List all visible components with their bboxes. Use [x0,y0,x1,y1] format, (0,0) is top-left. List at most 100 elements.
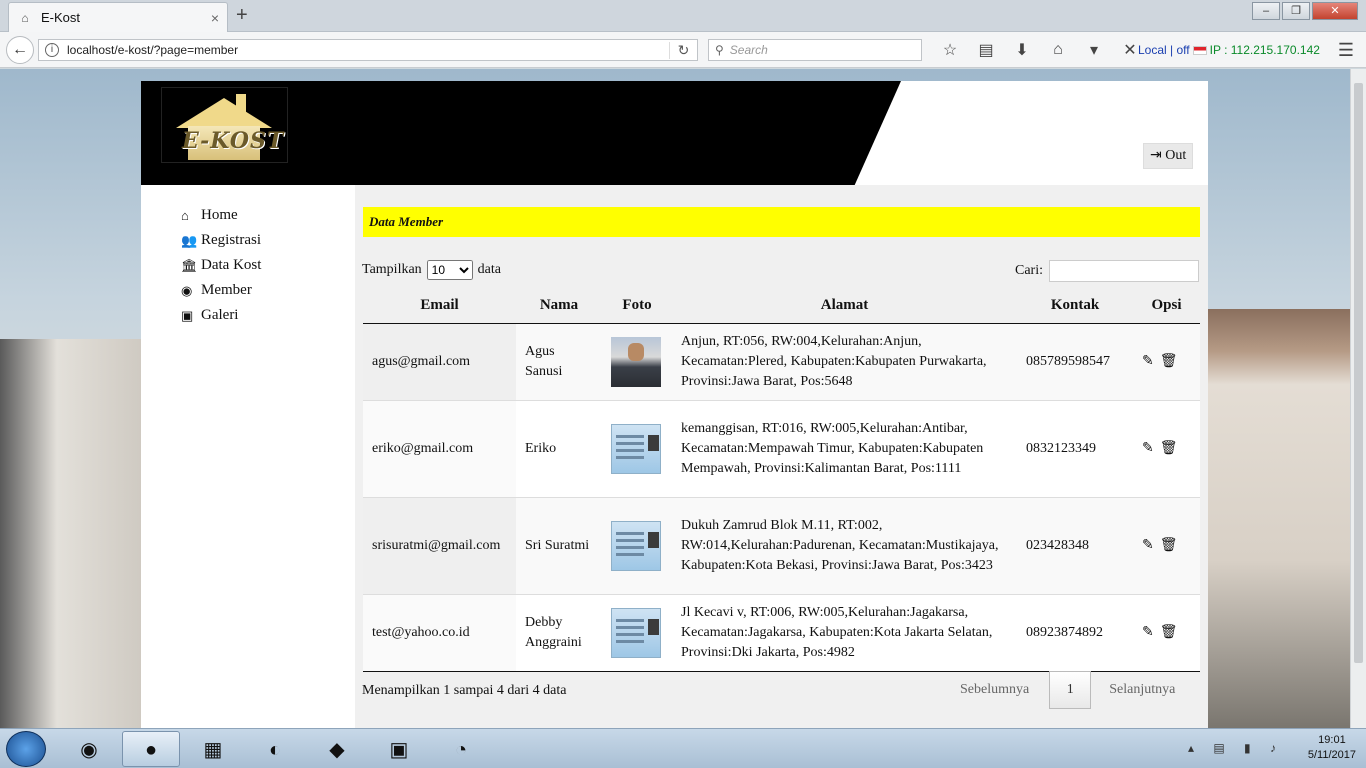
start-button[interactable] [6,731,46,767]
search-input[interactable]: ⚲ Search [708,39,922,61]
logout-button[interactable]: ⇥ Out [1143,143,1194,169]
pocket-icon[interactable]: ▾ [1076,40,1112,60]
member-photo[interactable] [611,336,661,387]
table-row: agus@gmail.com Agus Sanusi Anjun, RT:056, … [363,323,1200,400]
bank-icon: 🏛 [181,257,198,273]
sidebar-item-home[interactable]: ⌂ Home [181,203,261,228]
browser-tab[interactable]: ⌂ E-Kost × [8,2,228,32]
sidebar-item-label: Registrasi [201,232,261,248]
table-info: Menampilkan 1 sampai 4 dari 4 data [362,683,567,698]
sidebar-item-registrasi[interactable]: 👥 Registrasi [181,228,261,253]
page-title: Data Member [363,207,1200,237]
sidebar-item-data-kost[interactable]: 🏛 Data Kost [181,253,261,278]
sign-out-icon: ⇥ [1150,148,1162,163]
show-suffix: data [477,262,501,277]
column-header-email[interactable]: Email [363,289,516,324]
url-bar[interactable]: i localhost/e-kost/?page=member ↻ [38,39,698,61]
logout-label: Out [1165,148,1187,163]
sidebar-item-member[interactable]: ◉ Member [181,278,261,303]
prev-page-button[interactable]: Sebelumnya [960,682,1029,698]
column-header-foto[interactable]: Foto [602,289,672,324]
member-photo[interactable] [611,520,661,571]
cell-kontak: 085789598547 [1017,323,1133,400]
explorer-taskbar-icon[interactable]: ▦ [184,731,242,767]
system-tray-icons[interactable]: ▴ ▤ ▮ ♪ [1188,741,1284,755]
clock[interactable]: 19:01 5/11/2017 [1308,733,1356,763]
main-content: Data Member Tampilkan 10 data Cari: Emai… [355,185,1208,728]
home-icon[interactable]: ⌂ [1040,41,1076,59]
reading-list-icon[interactable]: ▤ [968,40,1004,60]
table-header: Email Nama Foto Alamat Kontak Opsi [363,289,1200,324]
minimize-button[interactable]: – [1252,2,1280,20]
next-page-button[interactable]: Selanjutnya [1109,682,1175,698]
page-length-select[interactable]: 10 [426,260,473,280]
app-taskbar-icon[interactable]: ◐ [246,731,304,767]
app2-taskbar-icon[interactable]: ◔ [432,731,490,767]
trash-icon[interactable]: 🗑 [1160,441,1178,456]
windows-taskbar: ◉ ● ▦ ◐ ◆ ▣ ◔ ▴ ▤ ▮ ♪ 19:01 5/11/2017 [0,728,1366,768]
edit-icon[interactable]: ✎ [1142,441,1154,456]
member-photo[interactable] [611,423,661,474]
background-building-right [1208,309,1350,728]
image-viewer-taskbar-icon[interactable]: ▣ [370,731,428,767]
sidebar-menu: ⌂ Home 👥 Registrasi 🏛 Data Kost ◉ Member ▣ Galeri [181,203,261,328]
sidebar-item-label: Member [201,282,252,298]
logo-roof [176,98,272,128]
reload-icon[interactable]: ↻ [669,41,697,59]
clock-date: 5/11/2017 [1307,749,1356,761]
window-controls: – ❐ ✕ [1250,2,1358,20]
column-header-alamat[interactable]: Alamat [672,289,1017,324]
cell-email: srisuratmi@gmail.com [363,497,516,594]
trash-icon[interactable]: 🗑 [1160,354,1178,369]
tab-close-icon[interactable]: × [211,10,219,26]
users-icon: 👥 [181,232,198,248]
ip-indicator[interactable]: Local | off IP : 112.215.170.142 [1138,43,1320,57]
star-icon[interactable]: ☆ [932,40,968,60]
cell-email: eriko@gmail.com [363,400,516,497]
edit-icon[interactable]: ✎ [1142,538,1154,553]
cell-email: test@yahoo.co.id [363,594,516,671]
trash-icon[interactable]: 🗑 [1160,625,1178,640]
virtualbox-taskbar-icon[interactable]: ◆ [308,731,366,767]
column-header-kontak[interactable]: Kontak [1017,289,1133,324]
table-row: srisuratmi@gmail.com Sri Suratmi Dukuh Zam… [363,497,1200,594]
column-header-opsi[interactable]: Opsi [1133,289,1200,324]
download-icon[interactable]: ⬇ [1004,40,1040,60]
show-label: Tampilkan [362,262,422,277]
table-search: Cari: [1015,260,1199,282]
sidebar-item-galeri[interactable]: ▣ Galeri [181,303,261,328]
cell-foto [602,323,672,400]
new-tab-button[interactable]: + [236,4,248,27]
house-icon: ⌂ [21,10,29,25]
edit-icon[interactable]: ✎ [1142,354,1154,369]
sidebar-item-label: Data Kost [201,257,262,273]
cell-kontak: 0832123349 [1017,400,1133,497]
table-search-input[interactable] [1049,260,1199,282]
flag-icon [1192,46,1207,56]
restore-button[interactable]: ❐ [1282,2,1310,20]
cell-foto [602,497,672,594]
ip-address: IP : 112.215.170.142 [1209,43,1320,57]
page-viewport: E-KOST ⇥ Out ⌂ Home 👥 Registrasi 🏛 Data Kost ◉… [0,69,1366,728]
back-button[interactable]: ← [6,36,34,64]
chrome-taskbar-icon[interactable]: ◉ [60,731,118,767]
site-logo[interactable]: E-KOST [161,87,288,163]
close-window-button[interactable]: ✕ [1312,2,1358,20]
trash-icon[interactable]: 🗑 [1160,538,1178,553]
scrollbar[interactable] [1350,69,1366,728]
search-label: Cari: [1015,263,1043,278]
member-photo[interactable] [611,607,661,658]
edit-icon[interactable]: ✎ [1142,625,1154,640]
info-icon[interactable]: i [45,43,59,57]
column-header-nama[interactable]: Nama [516,289,602,324]
page-container: E-KOST ⇥ Out ⌂ Home 👥 Registrasi 🏛 Data Kost ◉… [141,81,1208,728]
cell-kontak: 023428348 [1017,497,1133,594]
scrollbar-thumb[interactable] [1354,83,1363,663]
firefox-taskbar-icon[interactable]: ● [122,731,180,767]
cell-alamat: kemanggisan, RT:016, RW:005,Kelurahan:An… [672,400,1017,497]
table-row: test@yahoo.co.id Debby Anggraini Jl Kecavi… [363,594,1200,671]
hamburger-menu-icon[interactable]: ☰ [1338,40,1354,61]
cell-kontak: 08923874892 [1017,594,1133,671]
page-number-button[interactable]: 1 [1049,671,1092,709]
cell-email: agus@gmail.com [363,323,516,400]
